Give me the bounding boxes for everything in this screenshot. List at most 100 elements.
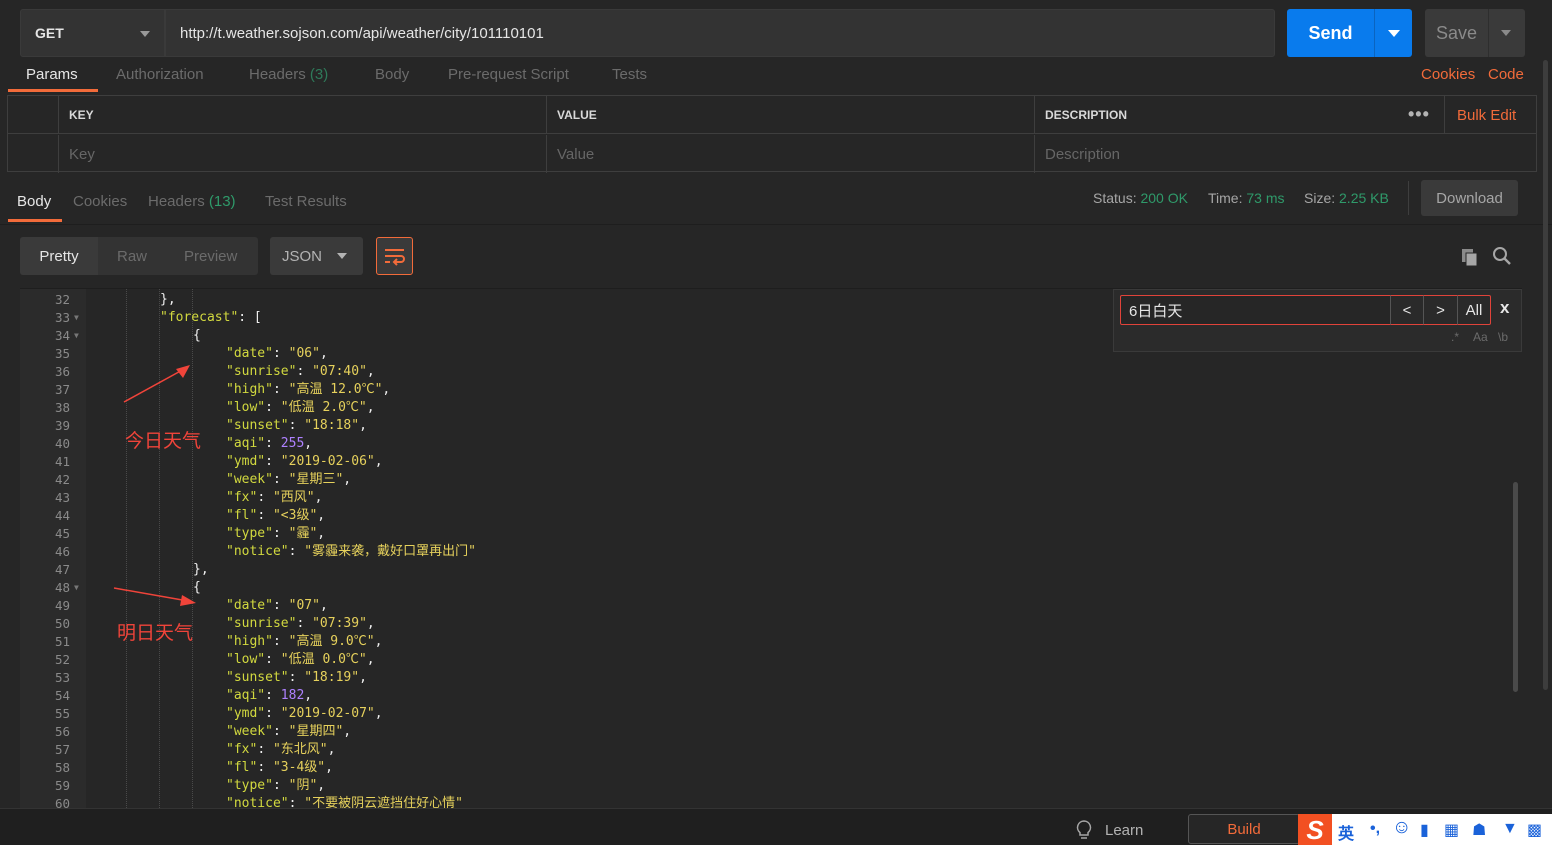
- headers-count-badge: (3): [309, 66, 329, 83]
- json-punctuation: ,: [366, 616, 375, 631]
- method-label: GET: [35, 25, 64, 41]
- response-tabs: Body Cookies Headers (13) Test Results S…: [0, 175, 1552, 225]
- microphone-icon[interactable]: ▮: [1420, 820, 1429, 840]
- find-close-button[interactable]: x: [1500, 298, 1509, 318]
- line-number: 51: [54, 634, 70, 649]
- json-key: "sunset": [226, 418, 289, 433]
- json-value: "东北风": [272, 742, 328, 757]
- json-punctuation: ,: [319, 346, 328, 361]
- ime-language-toggle[interactable]: 英: [1338, 820, 1354, 844]
- users-icon[interactable]: ☗: [1472, 820, 1486, 840]
- json-punctuation: :: [272, 382, 289, 397]
- search-icon[interactable]: [1492, 246, 1512, 266]
- find-input[interactable]: 6日白天: [1120, 295, 1391, 325]
- size-label: Size:: [1304, 190, 1336, 206]
- tab-params[interactable]: Params: [26, 66, 78, 83]
- json-punctuation: ,: [325, 760, 333, 775]
- send-options-button[interactable]: [1374, 9, 1412, 57]
- json-key: "sunset": [226, 670, 289, 685]
- line-number: 52: [54, 652, 70, 667]
- tab-tests[interactable]: Tests: [612, 66, 647, 83]
- arrow-annotation-today: [123, 365, 190, 403]
- grid-icon[interactable]: ▩: [1527, 820, 1542, 840]
- line-number: 41: [54, 454, 70, 469]
- fold-toggle-icon[interactable]: ▼: [74, 327, 79, 345]
- editor-scrollbar[interactable]: [1513, 482, 1518, 692]
- value-input[interactable]: Value: [546, 135, 1034, 173]
- json-punctuation: :: [265, 688, 281, 703]
- json-punctuation: :: [257, 760, 273, 775]
- response-body-editor[interactable]: 32}, 33 ▼ "forecast": [34 ▼{35 "date": "06", 3…: [20, 288, 1522, 808]
- copy-icon[interactable]: [1460, 247, 1480, 267]
- tab-body[interactable]: Body: [375, 66, 409, 83]
- find-all-button[interactable]: All: [1457, 295, 1491, 325]
- whole-word-toggle[interactable]: \b: [1498, 330, 1508, 344]
- time-value: 73 ms: [1246, 190, 1285, 206]
- find-prev-button[interactable]: <: [1390, 295, 1424, 325]
- response-tab-cookies[interactable]: Cookies: [73, 193, 127, 210]
- learn-button[interactable]: Learn: [1075, 819, 1143, 841]
- json-punctuation: ,: [366, 652, 375, 667]
- code-link[interactable]: Code: [1488, 66, 1524, 83]
- fold-toggle-icon[interactable]: ▼: [74, 579, 79, 597]
- json-value: "低温 0.0℃": [280, 652, 367, 667]
- tab-prerequest-script[interactable]: Pre-request Script: [448, 66, 569, 83]
- response-tab-headers[interactable]: Headers (13): [148, 193, 236, 210]
- send-button[interactable]: Send: [1287, 9, 1374, 57]
- method-select[interactable]: GET: [20, 9, 165, 57]
- size-readout: Size: 2.25 KB: [1304, 190, 1389, 206]
- code-text: "notice": "雾霾来袭，戴好口罩再出门": [226, 543, 476, 561]
- more-options-icon[interactable]: •••: [1408, 104, 1430, 125]
- wrap-lines-button[interactable]: [376, 237, 413, 275]
- json-punctuation: :: [265, 454, 281, 469]
- keyboard-icon[interactable]: ▦: [1444, 820, 1459, 840]
- window-scrollbar[interactable]: [1543, 60, 1548, 690]
- annotation-today: 今日天气: [125, 430, 202, 452]
- code-line: 50 "sunrise": "07:39",: [20, 615, 1500, 633]
- save-options-button[interactable]: [1488, 9, 1525, 57]
- code-line: 47},: [20, 561, 1500, 579]
- json-punctuation: : [: [238, 310, 262, 325]
- save-button[interactable]: Save: [1425, 9, 1488, 57]
- find-next-button[interactable]: >: [1423, 295, 1458, 325]
- preview-button[interactable]: Preview: [184, 237, 237, 275]
- cookies-link[interactable]: Cookies: [1421, 66, 1475, 83]
- json-punctuation: :: [288, 670, 305, 685]
- line-number: 43: [54, 490, 70, 505]
- key-input[interactable]: Key: [58, 135, 548, 173]
- json-punctuation: :: [272, 472, 289, 487]
- line-number: 47: [54, 562, 70, 577]
- code-line: 39 "sunset": "18:18",: [20, 417, 1500, 435]
- fold-toggle-icon[interactable]: ▼: [74, 309, 79, 327]
- line-number: 36: [54, 364, 70, 379]
- find-panel: 6日白天 < > All x .* Aa \b: [1113, 289, 1522, 352]
- shirt-icon[interactable]: ▼: [1502, 820, 1518, 838]
- format-select[interactable]: JSON: [270, 237, 363, 275]
- code-text: "sunset": "18:18",: [226, 417, 367, 435]
- json-value: "18:18": [304, 418, 360, 433]
- json-punctuation: ,: [374, 706, 383, 721]
- download-button[interactable]: Download: [1421, 180, 1518, 216]
- json-punctuation: ,: [366, 400, 375, 415]
- emoji-icon[interactable]: ☺: [1392, 817, 1411, 839]
- code-text: },: [160, 292, 176, 307]
- raw-button[interactable]: Raw: [117, 237, 147, 275]
- build-button[interactable]: Build: [1188, 814, 1300, 844]
- regex-toggle[interactable]: .*: [1451, 330, 1459, 344]
- description-input[interactable]: Description: [1034, 135, 1536, 173]
- json-value: "低温 2.0℃": [280, 400, 367, 415]
- tab-headers[interactable]: Headers (3): [249, 66, 328, 83]
- response-tab-body[interactable]: Body: [17, 193, 51, 210]
- match-case-toggle[interactable]: Aa: [1473, 330, 1488, 344]
- punctuation-icon[interactable]: •,: [1370, 820, 1380, 838]
- pretty-button[interactable]: Pretty: [20, 237, 98, 275]
- tab-authorization[interactable]: Authorization: [116, 66, 204, 83]
- url-input[interactable]: http://t.weather.sojson.com/api/weather/…: [165, 9, 1275, 57]
- request-tabs: Params Authorization Headers (3) Body Pr…: [8, 62, 1538, 95]
- status-bar: Learn Build S 英 •, ☺ ▮ ▦ ☗ ▼ ▩: [0, 808, 1552, 845]
- json-key: "date": [226, 598, 273, 613]
- response-tab-test-results[interactable]: Test Results: [265, 193, 347, 210]
- bulk-edit-link[interactable]: Bulk Edit: [1444, 96, 1516, 134]
- code-text: "date": "07",: [226, 597, 328, 615]
- code-line: 58 "fl": "3-4级",: [20, 759, 1500, 777]
